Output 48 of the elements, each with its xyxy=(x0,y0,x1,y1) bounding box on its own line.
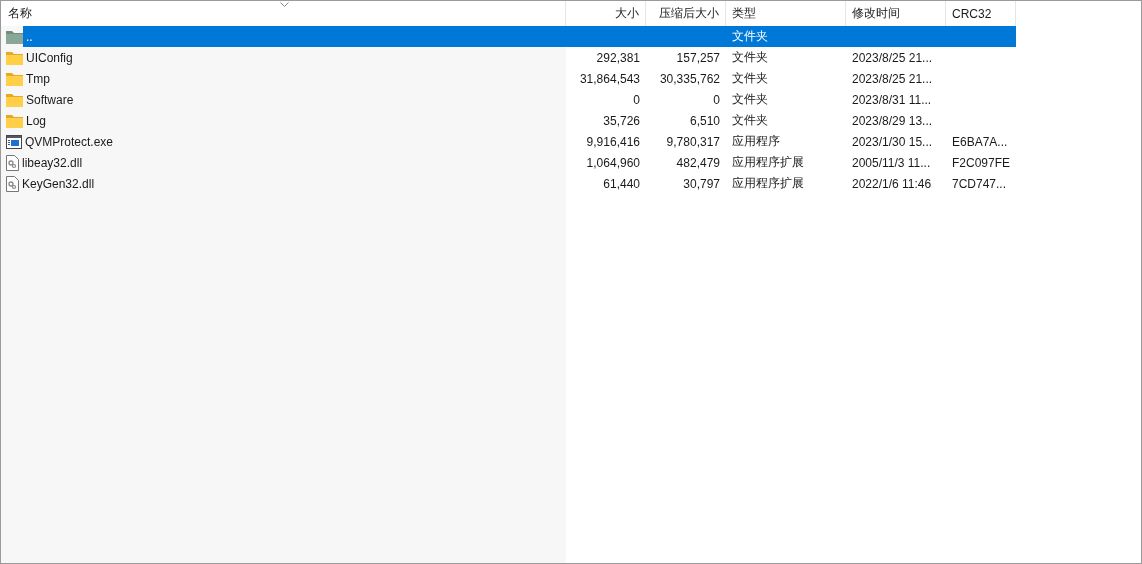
type-cell-text: 文件夹 xyxy=(731,70,769,87)
type-cell-text: 文件夹 xyxy=(731,49,769,66)
type-cell-text: 应用程序 xyxy=(731,133,781,150)
file-name-cell[interactable]: Tmp xyxy=(25,68,566,89)
folder-icon xyxy=(6,113,23,128)
gear-document-icon xyxy=(6,154,19,171)
size-cell-text: 31,864,543 xyxy=(578,70,641,88)
modified-cell-text: 2022/1/6 11:46 xyxy=(851,175,933,193)
type-cell-text: 文件夹 xyxy=(731,112,769,129)
modified-cell-text: 2023/8/29 13... xyxy=(851,112,934,130)
packed-size-cell-text: 0 xyxy=(712,91,721,109)
packed-size-cell-text: 30,335,762 xyxy=(658,70,721,88)
size-cell-text: 61,440 xyxy=(602,175,641,193)
folder-icon xyxy=(6,92,23,107)
file-name-cell[interactable]: libeay32.dll xyxy=(21,152,566,173)
file-name-cell[interactable]: UIConfig xyxy=(25,47,566,68)
file-name-cell[interactable]: KeyGen32.dll xyxy=(21,173,566,194)
size-cell-text: 35,726 xyxy=(602,112,641,130)
crc-cell-text: F2C097FE xyxy=(951,154,1012,172)
size-cell-text: 1,064,960 xyxy=(585,154,641,172)
crc-cell-text: E6BA7A... xyxy=(951,133,1009,151)
folder-icon xyxy=(6,71,23,86)
packed-size-cell-text: 157,257 xyxy=(675,49,721,67)
file-name-cell[interactable]: QVMProtect.exe xyxy=(24,131,566,152)
gear-document-icon xyxy=(6,175,19,192)
modified-cell-text: 2023/8/25 21... xyxy=(851,49,934,67)
modified-cell-text: 2023/8/31 11... xyxy=(851,91,933,109)
packed-size-cell-text: 6,510 xyxy=(688,112,721,130)
application-window-icon xyxy=(6,134,22,149)
modified-cell-text: 2005/11/3 11... xyxy=(851,154,932,172)
size-cell-text: 0 xyxy=(632,91,641,109)
type-cell-text: 文件夹 xyxy=(731,91,769,108)
type-cell-text: 应用程序扩展 xyxy=(731,175,805,192)
packed-size-cell-text: 30,797 xyxy=(682,175,721,193)
type-cell-text: 文件夹 xyxy=(731,28,769,45)
modified-cell-text: 2023/8/25 21... xyxy=(851,70,934,88)
crc-cell-text: 7CD747... xyxy=(951,175,1008,193)
folder-icon xyxy=(6,29,23,44)
packed-size-cell-text: 482,479 xyxy=(675,154,721,172)
modified-cell-text: 2023/1/30 15... xyxy=(851,133,934,151)
type-cell-text: 应用程序扩展 xyxy=(731,154,805,171)
folder-icon xyxy=(6,50,23,65)
file-name-cell[interactable]: Software xyxy=(25,89,566,110)
packed-size-cell-text: 9,780,317 xyxy=(665,133,721,151)
file-name-cell[interactable]: .. xyxy=(25,26,566,47)
size-cell-text: 9,916,416 xyxy=(585,133,641,151)
file-name-cell[interactable]: Log xyxy=(25,110,566,131)
size-cell-text: 292,381 xyxy=(595,49,641,67)
